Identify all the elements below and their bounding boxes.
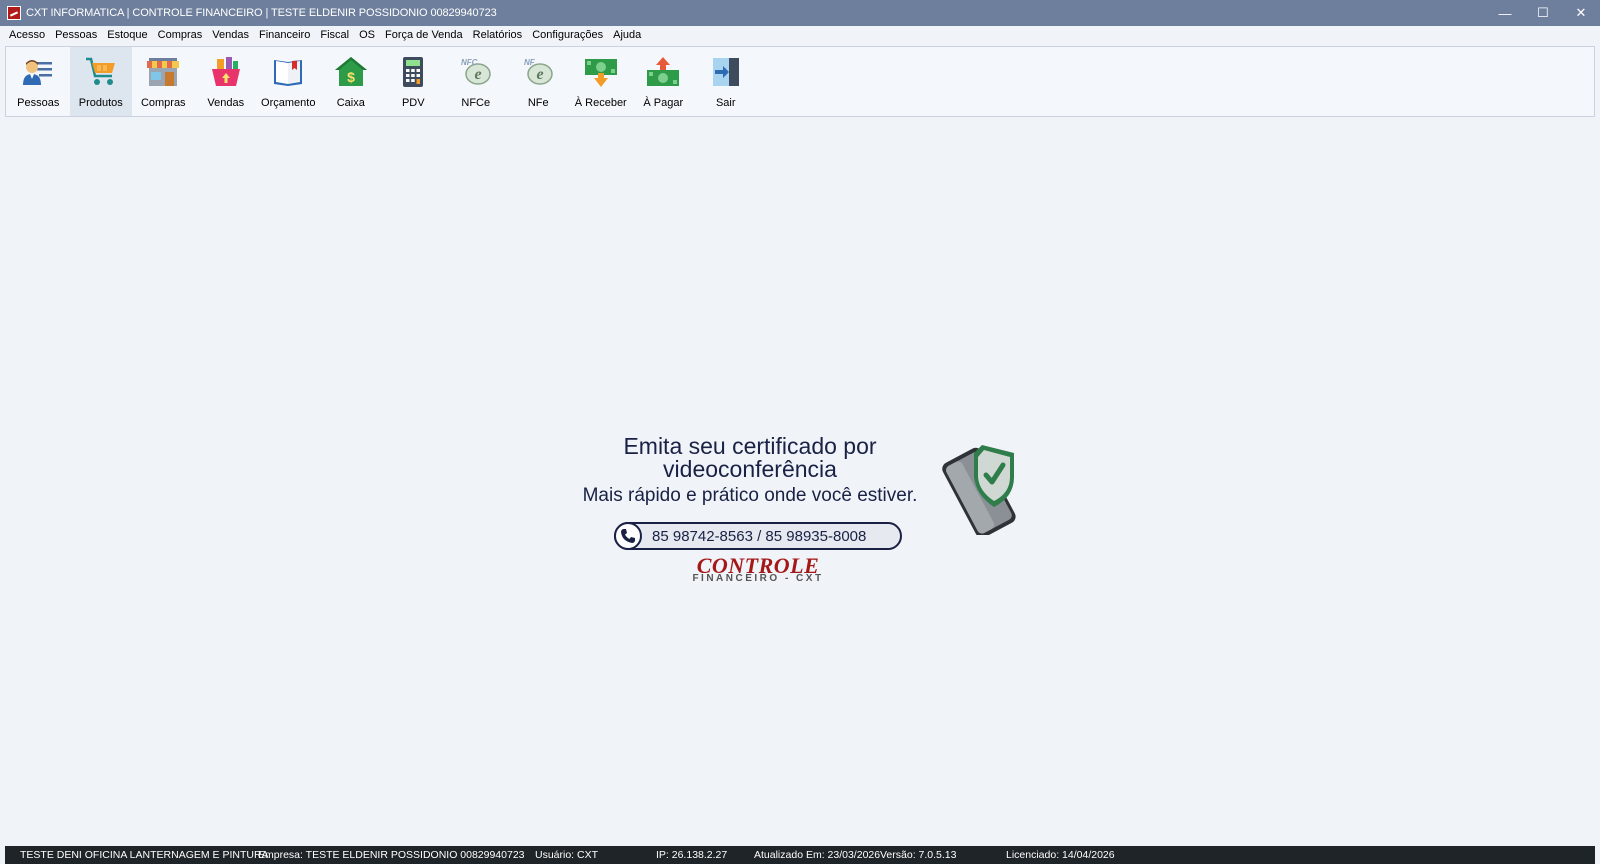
- phone-shield-icon: [932, 435, 1032, 538]
- status-atualizado: Atualizado Em: 23/03/2026: [754, 849, 881, 861]
- menu-compras[interactable]: Compras: [153, 26, 208, 45]
- cart-icon: [84, 55, 118, 89]
- app-logo-icon: [7, 6, 21, 20]
- toolbar-button-compras[interactable]: Compras: [132, 47, 195, 116]
- toolbar-button-caixa[interactable]: $ Caixa: [320, 47, 383, 116]
- status-company-name: TESTE DENI OFICINA LANTERNAGEM E PINTURA: [20, 849, 269, 861]
- status-ip: IP: 26.138.2.27: [656, 849, 728, 861]
- certificate-banner[interactable]: Emita seu certificado por videoconferênc…: [560, 425, 1040, 585]
- menu-configuracoes[interactable]: Configurações: [527, 26, 608, 45]
- svg-text:e: e: [537, 66, 544, 83]
- status-bar: TESTE DENI OFICINA LANTERNAGEM E PINTURA…: [5, 846, 1595, 864]
- brand-logo-sub: FINANCEIRO - CXT: [692, 573, 824, 584]
- people-icon: [21, 55, 55, 89]
- menu-forca-de-venda[interactable]: Força de Venda: [380, 26, 468, 45]
- menu-vendas[interactable]: Vendas: [207, 26, 254, 45]
- close-button[interactable]: ✕: [1562, 0, 1600, 26]
- toolbar-button-orcamento[interactable]: Orçamento: [257, 47, 320, 116]
- exit-icon: [709, 55, 743, 89]
- toolbar-label: Sair: [715, 97, 736, 109]
- toolbar: Pessoas Produtos Compras Vendas Orçament…: [5, 46, 1595, 117]
- svg-text:NF: NF: [524, 58, 536, 67]
- menu-estoque[interactable]: Estoque: [102, 26, 152, 45]
- receive-money-icon: [584, 55, 618, 89]
- toolbar-label: Compras: [140, 97, 186, 109]
- toolbar-button-pdv[interactable]: PDV: [382, 47, 445, 116]
- toolbar-label: NFe: [527, 97, 549, 109]
- svg-text:NFC: NFC: [461, 58, 478, 67]
- maximize-button[interactable]: ☐: [1524, 0, 1562, 26]
- svg-text:$: $: [347, 69, 355, 85]
- menu-financeiro[interactable]: Financeiro: [254, 26, 315, 45]
- toolbar-button-vendas[interactable]: Vendas: [195, 47, 258, 116]
- toolbar-button-sair[interactable]: Sair: [695, 47, 758, 116]
- banner-phone-pill: 85 98742-8563 / 85 98935-8008: [614, 522, 902, 550]
- pay-money-icon: [646, 55, 680, 89]
- toolbar-button-produtos[interactable]: Produtos: [69, 47, 132, 116]
- toolbar-label: Orçamento: [261, 97, 316, 109]
- toolbar-label: À Receber: [574, 97, 627, 109]
- menu-pessoas[interactable]: Pessoas: [50, 26, 102, 45]
- banner-subtitle: Mais rápido e prático onde você estiver.: [582, 485, 918, 506]
- menu-relatorios[interactable]: Relatórios: [468, 26, 528, 45]
- status-empresa: Empresa: TESTE ELDENIR POSSIDONIO 008299…: [258, 849, 525, 861]
- toolbar-button-pessoas[interactable]: Pessoas: [7, 47, 70, 116]
- toolbar-button-nfce[interactable]: e NFC NFCe: [445, 47, 508, 116]
- toolbar-button-nfe[interactable]: e NF NFe: [507, 47, 570, 116]
- banner-headline-line2: videoconferência: [663, 456, 837, 482]
- toolbar-label: NFCe: [461, 97, 491, 109]
- house-dollar-icon: $: [334, 55, 368, 89]
- menu-acesso[interactable]: Acesso: [4, 26, 50, 45]
- toolbar-label: À Pagar: [643, 97, 684, 109]
- toolbar-label: Vendas: [207, 97, 245, 109]
- store-icon: [146, 55, 180, 89]
- window-controls: — ☐ ✕: [1486, 0, 1600, 26]
- toolbar-label: PDV: [401, 97, 425, 109]
- basket-icon: [209, 55, 243, 89]
- title-bar: CXT INFORMATICA | CONTROLE FINANCEIRO | …: [0, 0, 1600, 26]
- book-icon: [271, 55, 305, 89]
- toolbar-label: Pessoas: [17, 97, 60, 109]
- status-versao: Versão: 7.0.5.13: [880, 849, 957, 861]
- status-licenciado: Licenciado: 14/04/2026: [1006, 849, 1115, 861]
- toolbar-label: Caixa: [336, 97, 365, 109]
- menu-os[interactable]: OS: [354, 26, 380, 45]
- phone-icon: [614, 522, 642, 550]
- menu-bar: Acesso Pessoas Estoque Compras Vendas Fi…: [0, 26, 1600, 45]
- nfce-icon: e NFC: [459, 55, 493, 89]
- calculator-icon: [396, 55, 430, 89]
- minimize-button[interactable]: —: [1486, 0, 1524, 26]
- toolbar-button-a-pagar[interactable]: À Pagar: [632, 47, 695, 116]
- banner-phone-numbers: 85 98742-8563 / 85 98935-8008: [652, 528, 867, 545]
- window-title: CXT INFORMATICA | CONTROLE FINANCEIRO | …: [26, 7, 497, 19]
- svg-text:e: e: [474, 66, 481, 83]
- status-usuario: Usuário: CXT: [535, 849, 599, 861]
- menu-ajuda[interactable]: Ajuda: [608, 26, 646, 45]
- toolbar-label: Produtos: [78, 97, 123, 109]
- toolbar-button-a-receber[interactable]: À Receber: [570, 47, 633, 116]
- nfe-icon: e NF: [521, 55, 555, 89]
- menu-fiscal[interactable]: Fiscal: [315, 26, 354, 45]
